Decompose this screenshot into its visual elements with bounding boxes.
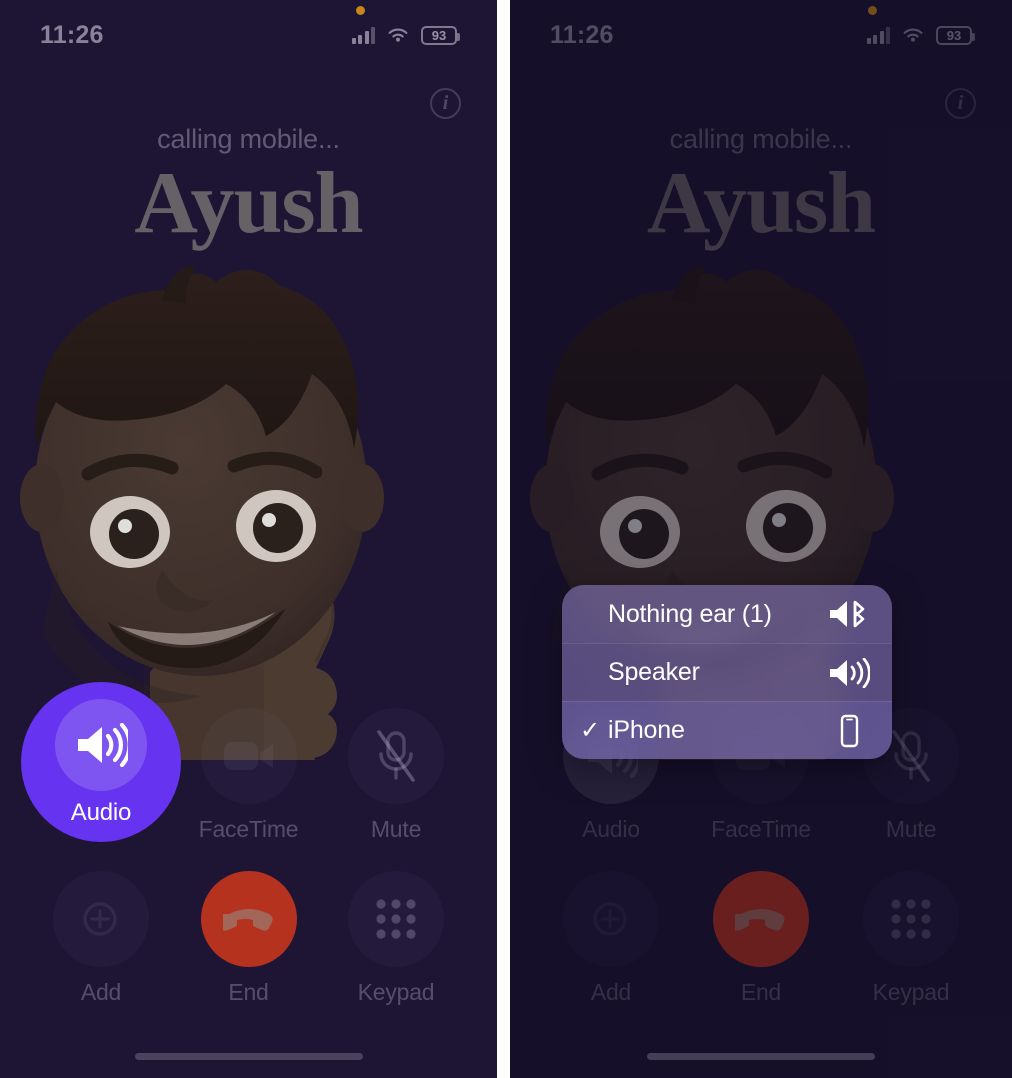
call-status-text: calling mobile... <box>157 124 340 154</box>
call-controls-row-1: Audio Audio <box>21 682 469 843</box>
iphone-icon <box>828 714 870 748</box>
microphone-slash-icon <box>348 708 444 804</box>
audio-button-active-blob[interactable]: Audio <box>21 682 181 842</box>
status-bar-indicators: 93 <box>351 25 460 45</box>
add-call-icon <box>53 871 149 967</box>
add-call-button[interactable]: Add <box>28 871 174 1006</box>
call-status-text: calling mobile... <box>669 124 853 154</box>
caller-header: calling mobile... Ayush <box>510 124 1012 252</box>
home-indicator[interactable] <box>134 1053 363 1060</box>
phone-down-icon <box>713 871 809 967</box>
status-bar-time: 11:26 <box>550 20 614 49</box>
end-call-button[interactable]: End <box>688 871 834 1006</box>
screenshot-stage: 11:26 93 i calling mobile... Ayush Audio… <box>0 0 1012 1078</box>
audio-route-label: iPhone <box>608 716 685 744</box>
speaker-wave-icon <box>55 699 147 791</box>
status-bar: 11:26 93 <box>0 18 497 52</box>
call-controls: Audio Audio <box>0 682 497 1006</box>
mute-button[interactable]: Mute <box>323 708 469 843</box>
wifi-icon <box>386 26 410 44</box>
speaker-wave-icon <box>828 657 870 688</box>
call-controls-row-2: Add End Keypad <box>538 871 984 1006</box>
checkmark-icon: ✓ <box>580 716 601 744</box>
add-call-button[interactable]: Add <box>538 871 684 1006</box>
battery-icon: 93 <box>421 25 460 45</box>
keypad-button[interactable]: Keypad <box>838 871 984 1006</box>
battery-percent: 93 <box>946 27 962 43</box>
audio-route-option-bluetooth[interactable]: Nothing ear (1) <box>562 585 892 643</box>
caller-header: calling mobile... Ayush <box>0 124 497 252</box>
call-info-button[interactable]: i <box>430 88 461 119</box>
call-info-button[interactable]: i <box>945 88 976 119</box>
audio-route-menu[interactable]: Nothing ear (1) Speaker ✓ iPhone <box>562 585 892 759</box>
cellular-bars-icon <box>351 26 375 44</box>
home-indicator[interactable] <box>647 1053 875 1060</box>
audio-route-button[interactable]: Audio Audio <box>21 682 181 843</box>
status-bar-indicators: 93 <box>866 25 975 45</box>
speaker-bluetooth-icon <box>828 599 870 629</box>
cellular-bars-icon <box>866 26 890 44</box>
keypad-grid-icon <box>863 871 959 967</box>
audio-button-label: Audio <box>70 799 132 826</box>
status-bar-time: 11:26 <box>40 20 104 49</box>
battery-icon: 93 <box>936 25 975 45</box>
audio-route-option-iphone[interactable]: ✓ iPhone <box>562 701 892 759</box>
caller-name: Ayush <box>134 155 363 252</box>
caller-name: Ayush <box>646 155 876 252</box>
facetime-button[interactable]: FaceTime <box>176 708 322 843</box>
call-controls-row-2: Add End Keypad <box>28 871 469 1006</box>
audio-route-label: Speaker <box>608 658 700 686</box>
video-camera-icon <box>200 708 297 804</box>
memoji-avatar <box>20 266 384 760</box>
wifi-icon <box>901 26 925 44</box>
keypad-grid-icon <box>348 871 444 967</box>
keypad-button[interactable]: Keypad <box>323 871 469 1006</box>
call-screen-audio-routes: 11:26 93 i calling mobile... Ayush Audio… <box>510 0 1012 1078</box>
end-call-button[interactable]: End <box>176 871 322 1006</box>
add-call-icon <box>563 871 659 967</box>
battery-percent: 93 <box>431 27 447 43</box>
phone-down-icon <box>200 871 297 967</box>
status-bar: 11:26 93 <box>510 18 1012 52</box>
audio-route-label: Nothing ear (1) <box>608 599 772 628</box>
microphone-in-use-dot <box>868 6 877 15</box>
microphone-in-use-dot <box>356 6 365 15</box>
audio-route-option-speaker[interactable]: Speaker <box>562 643 892 701</box>
call-screen-default: 11:26 93 i calling mobile... Ayush Audio… <box>0 0 497 1078</box>
